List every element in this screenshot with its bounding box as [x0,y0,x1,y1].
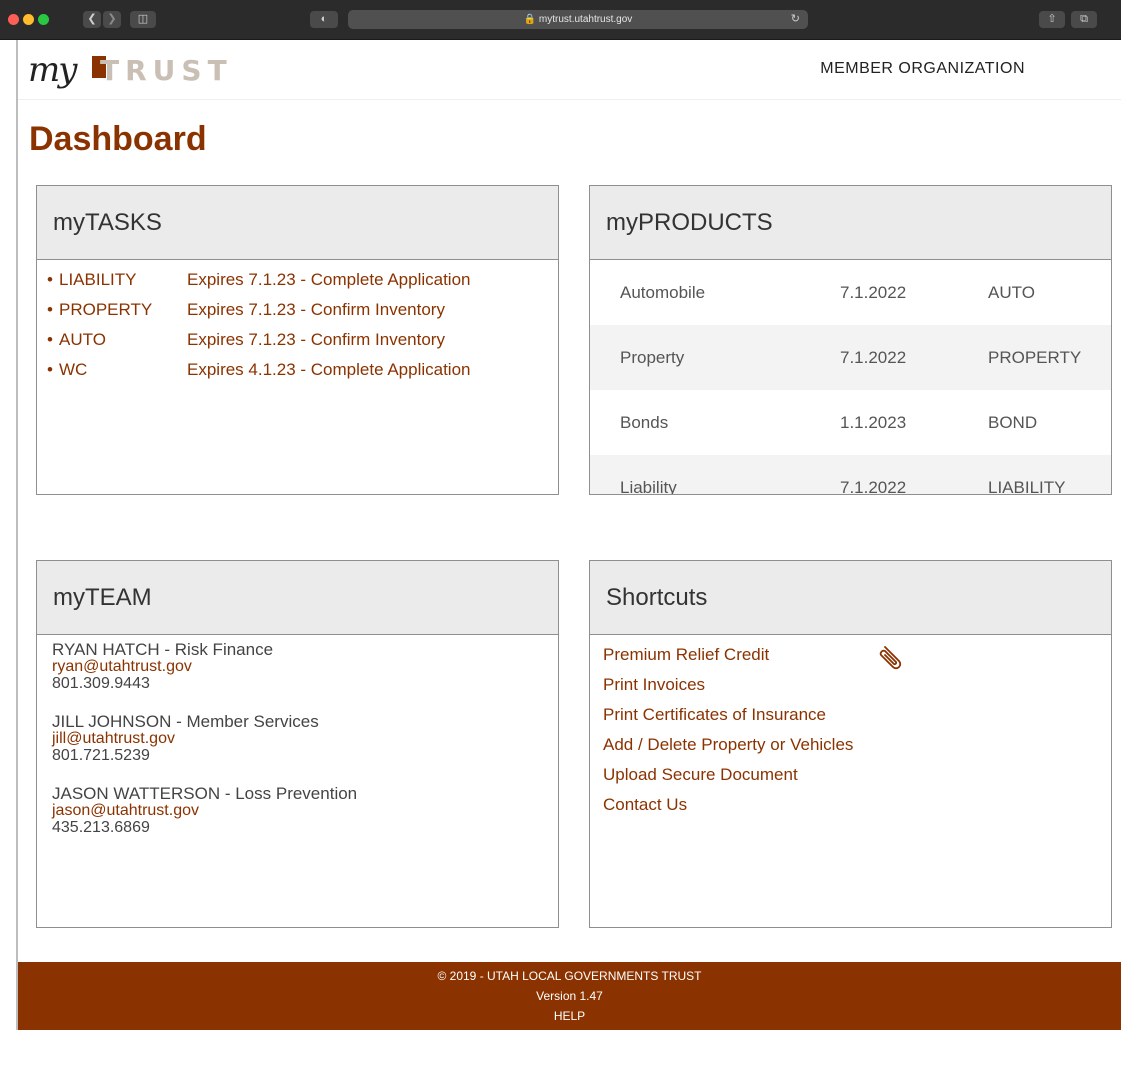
task-list: • LIABILITY Expires 7.1.23 - Complete Ap… [37,260,558,385]
reload-icon[interactable]: ↻ [791,10,800,29]
product-type: PROPERTY [988,347,1082,367]
task-name[interactable]: LIABILITY [59,270,187,290]
product-date: 7.1.2022 [840,477,907,495]
member-phone: 435.213.6869 [52,819,150,836]
team-list: RYAN HATCH - Risk Finance ryan@utahtrust… [37,635,558,836]
logo-trust-text: TRUST [100,54,233,87]
product-date: 7.1.2022 [840,282,907,302]
product-name: Automobile [620,282,706,302]
product-date: 7.1.2022 [840,347,907,367]
task-description[interactable]: Expires 4.1.23 - Complete Application [187,360,471,380]
product-name: Property [620,347,685,367]
tasks-panel-title: myTASKS [37,186,558,260]
sidebar-icon[interactable]: ◫ [130,11,156,28]
team-member: RYAN HATCH - Risk Finance ryan@utahtrust… [52,641,558,692]
paperclip-icon[interactable] [877,643,905,671]
member-email-link[interactable]: jill@utahtrust.gov [52,730,558,747]
team-member: JASON WATTERSON - Loss Prevention jason@… [52,785,558,836]
task-description[interactable]: Expires 7.1.23 - Confirm Inventory [187,330,445,350]
shortcut-add-delete-property[interactable]: Add / Delete Property or Vehicles [603,730,1111,760]
tabs-icon[interactable]: ⧉ [1071,11,1097,28]
product-type: LIABILITY [988,477,1066,495]
shortcut-premium-relief-credit[interactable]: Premium Relief Credit [603,640,1111,670]
mytrust-logo[interactable]: my TRUST [28,46,288,96]
shortcut-list: Premium Relief Credit Print Invoices Pri… [590,635,1111,820]
privacy-icon[interactable]: ◐ [310,11,338,28]
lock-icon: 🔒 [523,14,537,25]
forward-icon[interactable]: ❯ [103,11,121,28]
bullet-icon: • [47,270,53,289]
member-organization-link[interactable]: MEMBER ORGANIZATION [820,60,1025,78]
logo-my-text: my [28,50,77,90]
shortcut-upload-secure-document[interactable]: Upload Secure Document [603,760,1111,790]
bullet-icon: • [47,360,53,379]
back-icon[interactable]: ❮ [83,11,101,28]
footer-help-link[interactable]: HELP [18,1006,1121,1026]
tasks-panel: myTASKS • LIABILITY Expires 7.1.23 - Com… [36,185,559,495]
member-phone: 801.721.5239 [52,747,150,764]
products-table[interactable]: Automobile 7.1.2022 AUTO Property 7.1.20… [590,260,1111,495]
product-type: BOND [988,412,1038,432]
task-name[interactable]: AUTO [59,330,187,350]
product-row[interactable]: Property 7.1.2022 PROPERTY [590,325,1111,390]
address-bar[interactable]: 🔒 mytrust.utahtrust.gov ↻ [348,10,808,29]
shortcuts-panel: Shortcuts Premium Relief Credit Print In… [589,560,1112,928]
product-type: AUTO [988,282,1035,302]
task-item[interactable]: • LIABILITY Expires 7.1.23 - Complete Ap… [41,265,558,295]
product-name: Bonds [620,412,669,432]
team-panel-title: myTEAM [37,561,558,635]
task-description[interactable]: Expires 7.1.23 - Confirm Inventory [187,300,445,320]
product-row[interactable]: Bonds 1.1.2023 BOND [590,390,1111,455]
share-icon[interactable]: ⇧ [1039,11,1065,28]
task-description[interactable]: Expires 7.1.23 - Complete Application [187,270,471,290]
minimize-window-button[interactable] [23,14,34,25]
footer-version: Version 1.47 [536,989,603,1003]
member-name: RYAN HATCH - Risk Finance [52,640,274,659]
shortcut-print-invoices[interactable]: Print Invoices [603,670,1111,700]
zoom-window-button[interactable] [38,14,49,25]
url-text: mytrust.utahtrust.gov [538,14,633,25]
task-name[interactable]: WC [59,360,187,380]
task-item[interactable]: • WC Expires 4.1.23 - Complete Applicati… [41,355,558,385]
team-panel: myTEAM RYAN HATCH - Risk Finance ryan@ut… [36,560,559,928]
products-panel: myPRODUCTS Automobile 7.1.2022 AUTO Prop… [589,185,1112,495]
products-panel-title: myPRODUCTS [590,186,1111,260]
bullet-icon: • [47,300,53,319]
close-window-button[interactable] [8,14,19,25]
page-title: Dashboard [29,120,207,158]
member-email-link[interactable]: ryan@utahtrust.gov [52,658,558,675]
shortcut-print-certificates[interactable]: Print Certificates of Insurance [603,700,1111,730]
footer-copyright: © 2019 - UTAH LOCAL GOVERNMENTS TRUST [437,969,702,983]
site-header: my TRUST MEMBER ORGANIZATION [18,40,1121,100]
product-row[interactable]: Automobile 7.1.2022 AUTO [590,260,1111,325]
task-item[interactable]: • PROPERTY Expires 7.1.23 - Confirm Inve… [41,295,558,325]
shortcut-contact-us[interactable]: Contact Us [603,790,1111,820]
member-email-link[interactable]: jason@utahtrust.gov [52,802,558,819]
site-footer: © 2019 - UTAH LOCAL GOVERNMENTS TRUST Ve… [18,962,1121,1030]
product-row[interactable]: Liability 7.1.2022 LIABILITY [590,455,1111,495]
product-date: 1.1.2023 [840,412,907,432]
member-name: JASON WATTERSON - Loss Prevention [52,784,358,803]
team-member: JILL JOHNSON - Member Services jill@utah… [52,713,558,764]
task-item[interactable]: • AUTO Expires 7.1.23 - Confirm Inventor… [41,325,558,355]
window-edge [16,40,18,1030]
bullet-icon: • [47,330,53,349]
member-phone: 801.309.9443 [52,675,150,692]
product-name: Liability [620,477,677,495]
shortcuts-panel-title: Shortcuts [590,561,1111,635]
member-name: JILL JOHNSON - Member Services [52,712,319,731]
browser-toolbar: ❮ ❯ ◫ ◐ 🔒 mytrust.utahtrust.gov ↻ ⇧ ⧉ [0,0,1121,40]
task-name[interactable]: PROPERTY [59,300,187,320]
